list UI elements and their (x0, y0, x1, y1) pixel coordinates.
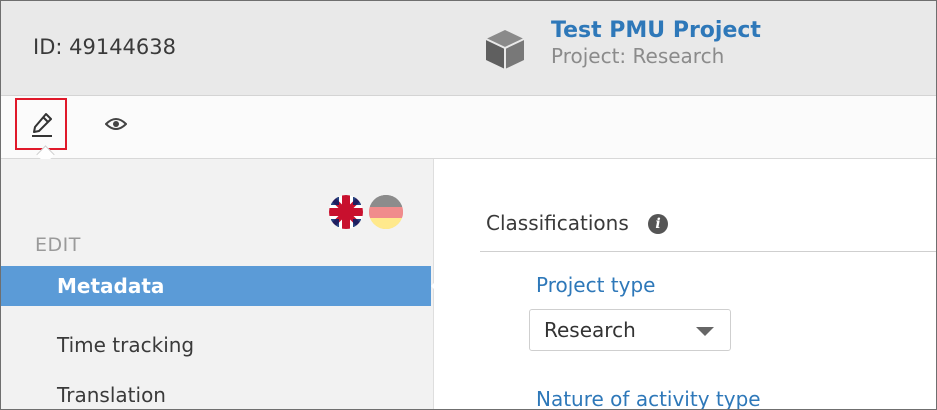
project-title[interactable]: Test PMU Project (551, 19, 761, 43)
eye-icon (104, 118, 128, 130)
section-divider (480, 251, 936, 252)
project-subtitle: Project: Research (551, 44, 725, 68)
pencil-icon (32, 113, 52, 137)
edit-section-label: EDIT (35, 234, 81, 256)
project-type-label: Project type (536, 273, 656, 297)
nature-of-activity-label: Nature of activity type (536, 387, 761, 410)
view-mode-button[interactable] (104, 116, 128, 136)
sidebar-item-label: Time tracking (57, 333, 195, 357)
classifications-heading: Classifications (486, 211, 629, 235)
sidebar-item-translation[interactable]: Translation (1, 375, 431, 409)
sidebar-item-label: Metadata (57, 274, 165, 298)
edit-mode-button[interactable] (15, 98, 67, 150)
project-id: ID: 49144638 (33, 35, 177, 59)
project-type-select[interactable]: Research (529, 309, 731, 351)
project-header: ID: 49144638 Test PMU Project Project: R… (1, 1, 936, 96)
sidebar-item-metadata[interactable]: Metadata (1, 266, 443, 306)
project-type-value: Research (544, 318, 636, 342)
cube-icon (485, 30, 525, 69)
sidebar: EDIT Metadata Time tracking Translation (1, 159, 443, 409)
chevron-down-icon (696, 327, 714, 336)
main-content: Classifications i Project type Research … (434, 159, 936, 410)
germany-flag-icon[interactable] (369, 195, 403, 229)
mode-toolbar (1, 96, 936, 159)
uk-flag-icon[interactable] (329, 195, 363, 229)
sidebar-item-time-tracking[interactable]: Time tracking (1, 325, 431, 365)
app-frame: ID: 49144638 Test PMU Project Project: R… (0, 0, 937, 410)
info-icon[interactable]: i (648, 214, 668, 234)
sidebar-item-label: Translation (57, 383, 166, 407)
